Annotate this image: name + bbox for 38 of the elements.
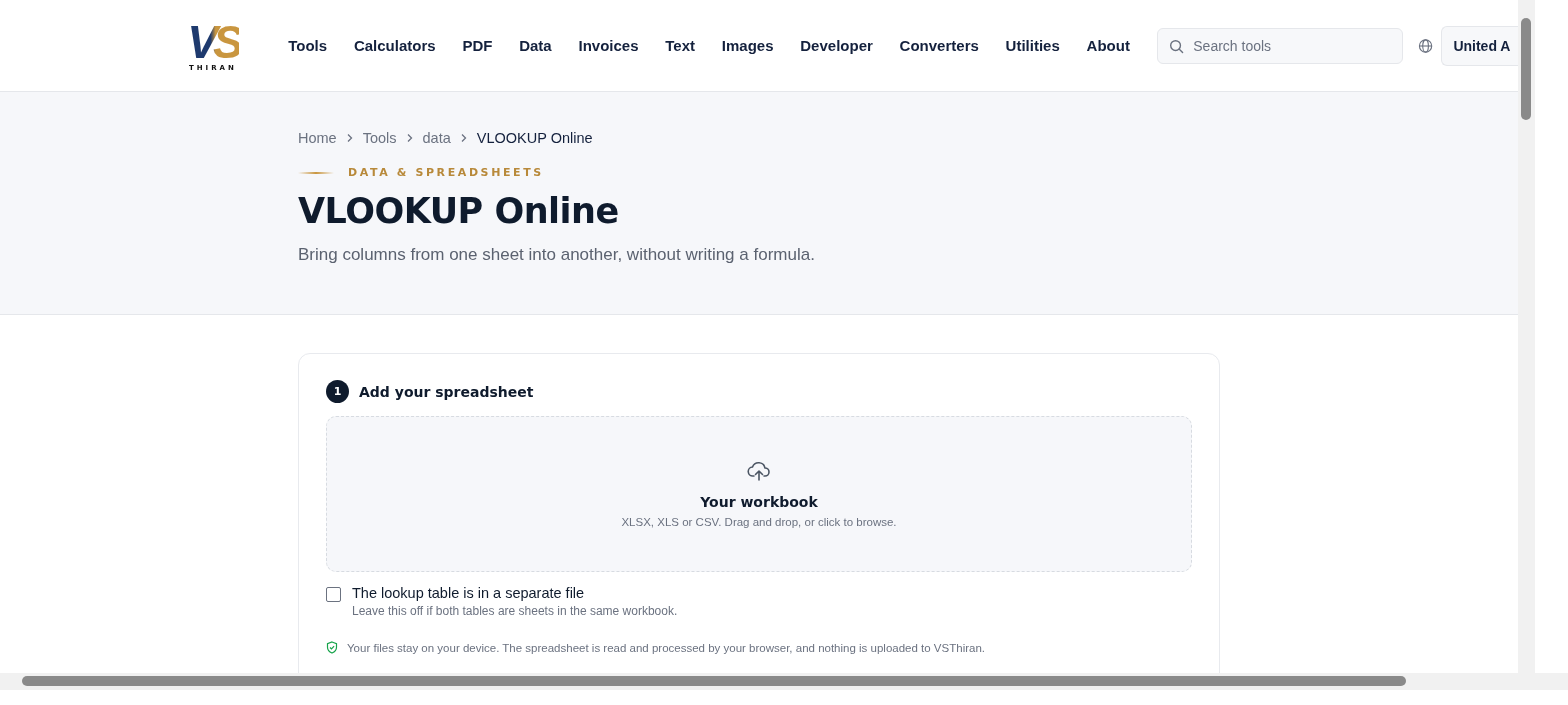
nav-link[interactable]: Converters [886, 37, 993, 54]
checkbox[interactable] [326, 587, 341, 602]
nav-link[interactable]: Calculators [340, 37, 449, 54]
privacy-note: Your files stay on your device. The spreadsheet is read and processed by your browser, and nothing is uploaded to VSThiran. [347, 641, 985, 654]
globe-icon[interactable] [1418, 37, 1434, 54]
breadcrumb-link[interactable]: Tools [362, 130, 397, 146]
horizontal-scrollbar[interactable] [0, 673, 1568, 690]
page-title: VLOOKUP Online [298, 191, 620, 231]
checkbox-label[interactable]: The lookup table is in a separate file [352, 585, 678, 601]
breadcrumb-link[interactable]: data [422, 130, 451, 146]
category-label: DATA & SPREADSHEETS [348, 166, 544, 179]
step-title: Add your spreadsheet [359, 383, 534, 400]
nav-link[interactable]: Utilities [992, 37, 1074, 54]
dropzone-hint: XLSX, XLS or CSV. Drag and drop, or click to browse. [621, 516, 897, 528]
checkbox-hint: Leave this off if both tables are sheets in the same workbook. [352, 604, 678, 618]
nav-link[interactable]: Data [505, 37, 566, 54]
breadcrumb-link[interactable]: Home [298, 130, 337, 146]
nav-link[interactable]: About [1073, 37, 1144, 54]
eyebrow-line [298, 171, 334, 174]
nav-link[interactable]: Tools [274, 37, 341, 54]
nav-link[interactable]: Invoices [565, 37, 652, 54]
shield-check-icon [326, 641, 338, 654]
cloud-upload-icon [747, 460, 771, 482]
nav-link[interactable]: Images [708, 37, 787, 54]
chevron-icon [345, 133, 354, 143]
breadcrumb-link[interactable]: VLOOKUP Online [476, 130, 593, 146]
page-subtitle: Bring columns from one sheet into another, without writing a formula. [298, 245, 816, 265]
search-field[interactable]: Search tools [1157, 27, 1404, 64]
nav-link[interactable]: PDF [449, 37, 506, 54]
step-number: 1 [326, 380, 349, 403]
dropzone-title: Your workbook [700, 494, 818, 510]
chevron-icon [405, 133, 414, 143]
file-dropzone[interactable]: Your workbook XLSX, XLS or CSV. Drag and drop, or click to browse. [326, 416, 1192, 572]
language-button[interactable]: United A [1441, 25, 1518, 66]
nav-link[interactable]: Text [651, 37, 709, 54]
vertical-scrollbar[interactable] [1518, 0, 1535, 673]
chevron-icon [459, 133, 468, 143]
nav-link[interactable]: Developer [786, 37, 887, 54]
